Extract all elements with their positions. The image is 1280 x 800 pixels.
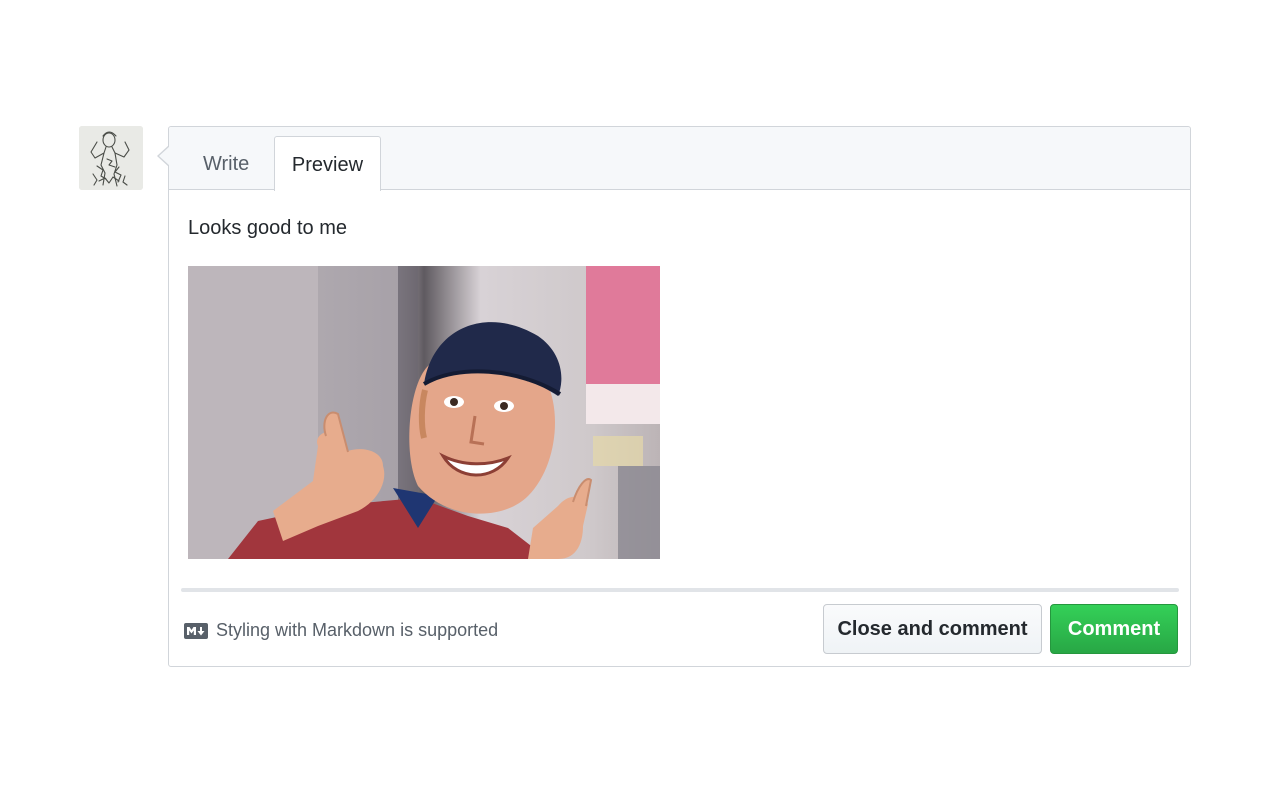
avatar[interactable] — [79, 126, 143, 190]
markdown-icon — [184, 622, 208, 639]
preview-image — [188, 266, 660, 559]
preview-text: Looks good to me — [188, 217, 347, 239]
markdown-note-text[interactable]: Styling with Markdown is supported — [216, 620, 498, 641]
divider — [181, 588, 1179, 592]
preview-body: Looks good to me — [188, 215, 1171, 559]
comment-box: Write Preview Looks good to me Styling w… — [157, 126, 1191, 667]
comment-button[interactable]: Comment — [1050, 604, 1178, 654]
thumbs-up-gif — [188, 266, 660, 559]
sketch-avatar-icon — [79, 126, 143, 190]
issue-comment-form: Write Preview Looks good to me Styling w… — [0, 0, 1280, 800]
close-and-comment-button[interactable]: Close and comment — [823, 604, 1042, 654]
tab-write[interactable]: Write — [186, 136, 266, 190]
tab-preview[interactable]: Preview — [274, 136, 381, 191]
tab-bar: Write Preview — [169, 127, 1190, 191]
markdown-support-note: Styling with Markdown is supported — [184, 620, 498, 641]
